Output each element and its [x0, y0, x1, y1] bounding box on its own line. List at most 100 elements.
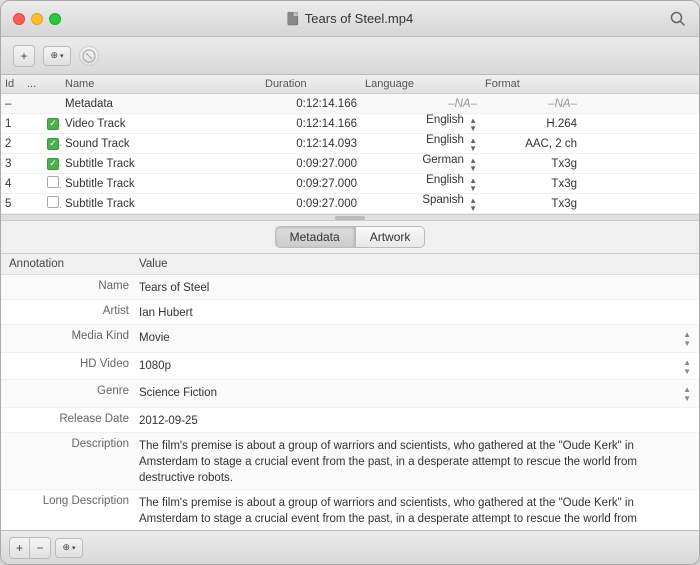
label-name: Name: [9, 278, 139, 292]
meta-row-artist: Artist Ian Hubert: [1, 300, 699, 325]
add-button[interactable]: +: [10, 538, 30, 558]
scroll-thumb[interactable]: [335, 216, 365, 220]
metadata-header: Annotation Value: [1, 254, 699, 275]
label-genre: Genre: [9, 383, 139, 397]
table-row[interactable]: 5 Subtitle Track 0:09:27.000 Spanish ▲▼ …: [1, 194, 699, 214]
track-checkbox[interactable]: [47, 176, 59, 188]
meta-row-long-description: Long Description The film's premise is a…: [1, 490, 699, 530]
tab-artwork[interactable]: Artwork: [355, 226, 426, 248]
row-duration: 0:12:14.166: [261, 98, 361, 110]
bottom-toolbar: + − ⊕ ▾: [1, 530, 699, 564]
track-checkbox[interactable]: [47, 196, 59, 208]
col-check: [43, 78, 61, 90]
table-row[interactable]: 1 ✓ Video Track 0:12:14.166 English ▲▼ H…: [1, 114, 699, 134]
row-duration: 0:09:27.000: [261, 178, 361, 190]
row-language: English ▲▼: [361, 114, 481, 133]
value-name: Tears of Steel: [139, 278, 691, 296]
table-row[interactable]: 4 Subtitle Track 0:09:27.000 English ▲▼ …: [1, 174, 699, 194]
language-stepper[interactable]: ▲▼: [469, 197, 477, 213]
row-format: Tx3g: [481, 178, 581, 190]
maximize-button[interactable]: [49, 13, 61, 25]
row-format: Tx3g: [481, 158, 581, 170]
value-hd-video: 1080p ▲▼: [139, 356, 691, 377]
stop-button[interactable]: [79, 46, 99, 66]
col-annotation: Annotation: [9, 258, 139, 270]
row-id: 4: [1, 178, 23, 190]
value-long-description: The film's premise is about a group of w…: [139, 493, 691, 530]
table-row[interactable]: 3 ✓ Subtitle Track 0:09:27.000 German ▲▼…: [1, 154, 699, 174]
file-icon: [287, 12, 301, 26]
row-check[interactable]: ✓: [43, 137, 61, 150]
window-title: Tears of Steel.mp4: [287, 11, 413, 26]
title-text: Tears of Steel.mp4: [305, 11, 413, 26]
horizontal-scrollbar[interactable]: [1, 215, 699, 221]
value-genre: Science Fiction ▲▼: [139, 383, 691, 404]
label-media-kind: Media Kind: [9, 328, 139, 342]
row-id: 2: [1, 138, 23, 150]
search-icon[interactable]: [669, 10, 687, 28]
row-name: Sound Track: [61, 138, 261, 150]
col-name: Name: [61, 78, 261, 90]
value-description: The film's premise is about a group of w…: [139, 436, 691, 486]
row-check[interactable]: ✓: [43, 117, 61, 130]
action-button[interactable]: ⊕ ▾: [55, 538, 83, 558]
track-checkbox[interactable]: ✓: [47, 158, 59, 170]
close-button[interactable]: [13, 13, 25, 25]
language-stepper[interactable]: ▲▼: [469, 157, 477, 173]
table-row[interactable]: 2 ✓ Sound Track 0:12:14.093 English ▲▼ A…: [1, 134, 699, 154]
col-dots: ...: [23, 78, 43, 90]
track-table-header: Id ... Name Duration Language Format: [1, 75, 699, 94]
row-id: 5: [1, 198, 23, 210]
row-name: Subtitle Track: [61, 198, 261, 210]
options-button[interactable]: ⊕ ▾: [43, 46, 71, 66]
row-check[interactable]: ✓: [43, 157, 61, 170]
row-name: Video Track: [61, 118, 261, 130]
label-hd-video: HD Video: [9, 356, 139, 370]
language-stepper[interactable]: ▲▼: [469, 177, 477, 193]
titlebar: Tears of Steel.mp4: [1, 1, 699, 37]
row-duration: 0:09:27.000: [261, 158, 361, 170]
row-language: English ▲▼: [361, 174, 481, 193]
row-name: Subtitle Track: [61, 158, 261, 170]
tab-metadata[interactable]: Metadata: [275, 226, 355, 248]
metadata-panel: Annotation Value Name Tears of Steel Art…: [1, 254, 699, 530]
col-format: Format: [481, 78, 581, 90]
row-check[interactable]: [43, 196, 61, 211]
add-track-button[interactable]: +: [14, 46, 34, 66]
meta-row-media-kind: Media Kind Movie ▲▼: [1, 325, 699, 353]
row-id: –: [1, 98, 23, 110]
row-id: 1: [1, 118, 23, 130]
table-row[interactable]: – Metadata 0:12:14.166 –NA– –NA–: [1, 94, 699, 114]
col-duration: Duration: [261, 78, 361, 90]
main-window: Tears of Steel.mp4 + ⊕ ▾ Id ...: [0, 0, 700, 565]
track-checkbox[interactable]: ✓: [47, 118, 59, 130]
row-language: German ▲▼: [361, 154, 481, 173]
track-table-body: – Metadata 0:12:14.166 –NA– –NA– 1 ✓ Vid…: [1, 94, 699, 215]
main-toolbar: + ⊕ ▾: [1, 37, 699, 75]
traffic-lights: [13, 13, 61, 25]
row-duration: 0:09:27.000: [261, 198, 361, 210]
col-id: Id: [1, 78, 23, 90]
row-format: Tx3g: [481, 198, 581, 210]
remove-button[interactable]: −: [30, 538, 50, 558]
col-value: Value: [139, 258, 691, 270]
meta-row-description: Description The film's premise is about …: [1, 433, 699, 490]
row-check[interactable]: [43, 176, 61, 191]
label-artist: Artist: [9, 303, 139, 317]
row-name: Subtitle Track: [61, 178, 261, 190]
value-release-date: 2012-09-25: [139, 411, 691, 429]
value-artist: Ian Hubert: [139, 303, 691, 321]
row-language: English ▲▼: [361, 134, 481, 153]
genre-stepper[interactable]: ▲▼: [683, 386, 691, 404]
track-checkbox[interactable]: ✓: [47, 138, 59, 150]
media-kind-stepper[interactable]: ▲▼: [683, 331, 691, 349]
language-stepper[interactable]: ▲▼: [469, 137, 477, 153]
label-long-description: Long Description: [9, 493, 139, 507]
tabs-bar: Metadata Artwork: [1, 221, 699, 254]
row-format: AAC, 2 ch: [481, 138, 581, 150]
minimize-button[interactable]: [31, 13, 43, 25]
language-stepper[interactable]: ▲▼: [469, 117, 477, 133]
meta-row-genre: Genre Science Fiction ▲▼: [1, 380, 699, 408]
hd-video-stepper[interactable]: ▲▼: [683, 359, 691, 377]
row-format: –NA–: [481, 98, 581, 110]
